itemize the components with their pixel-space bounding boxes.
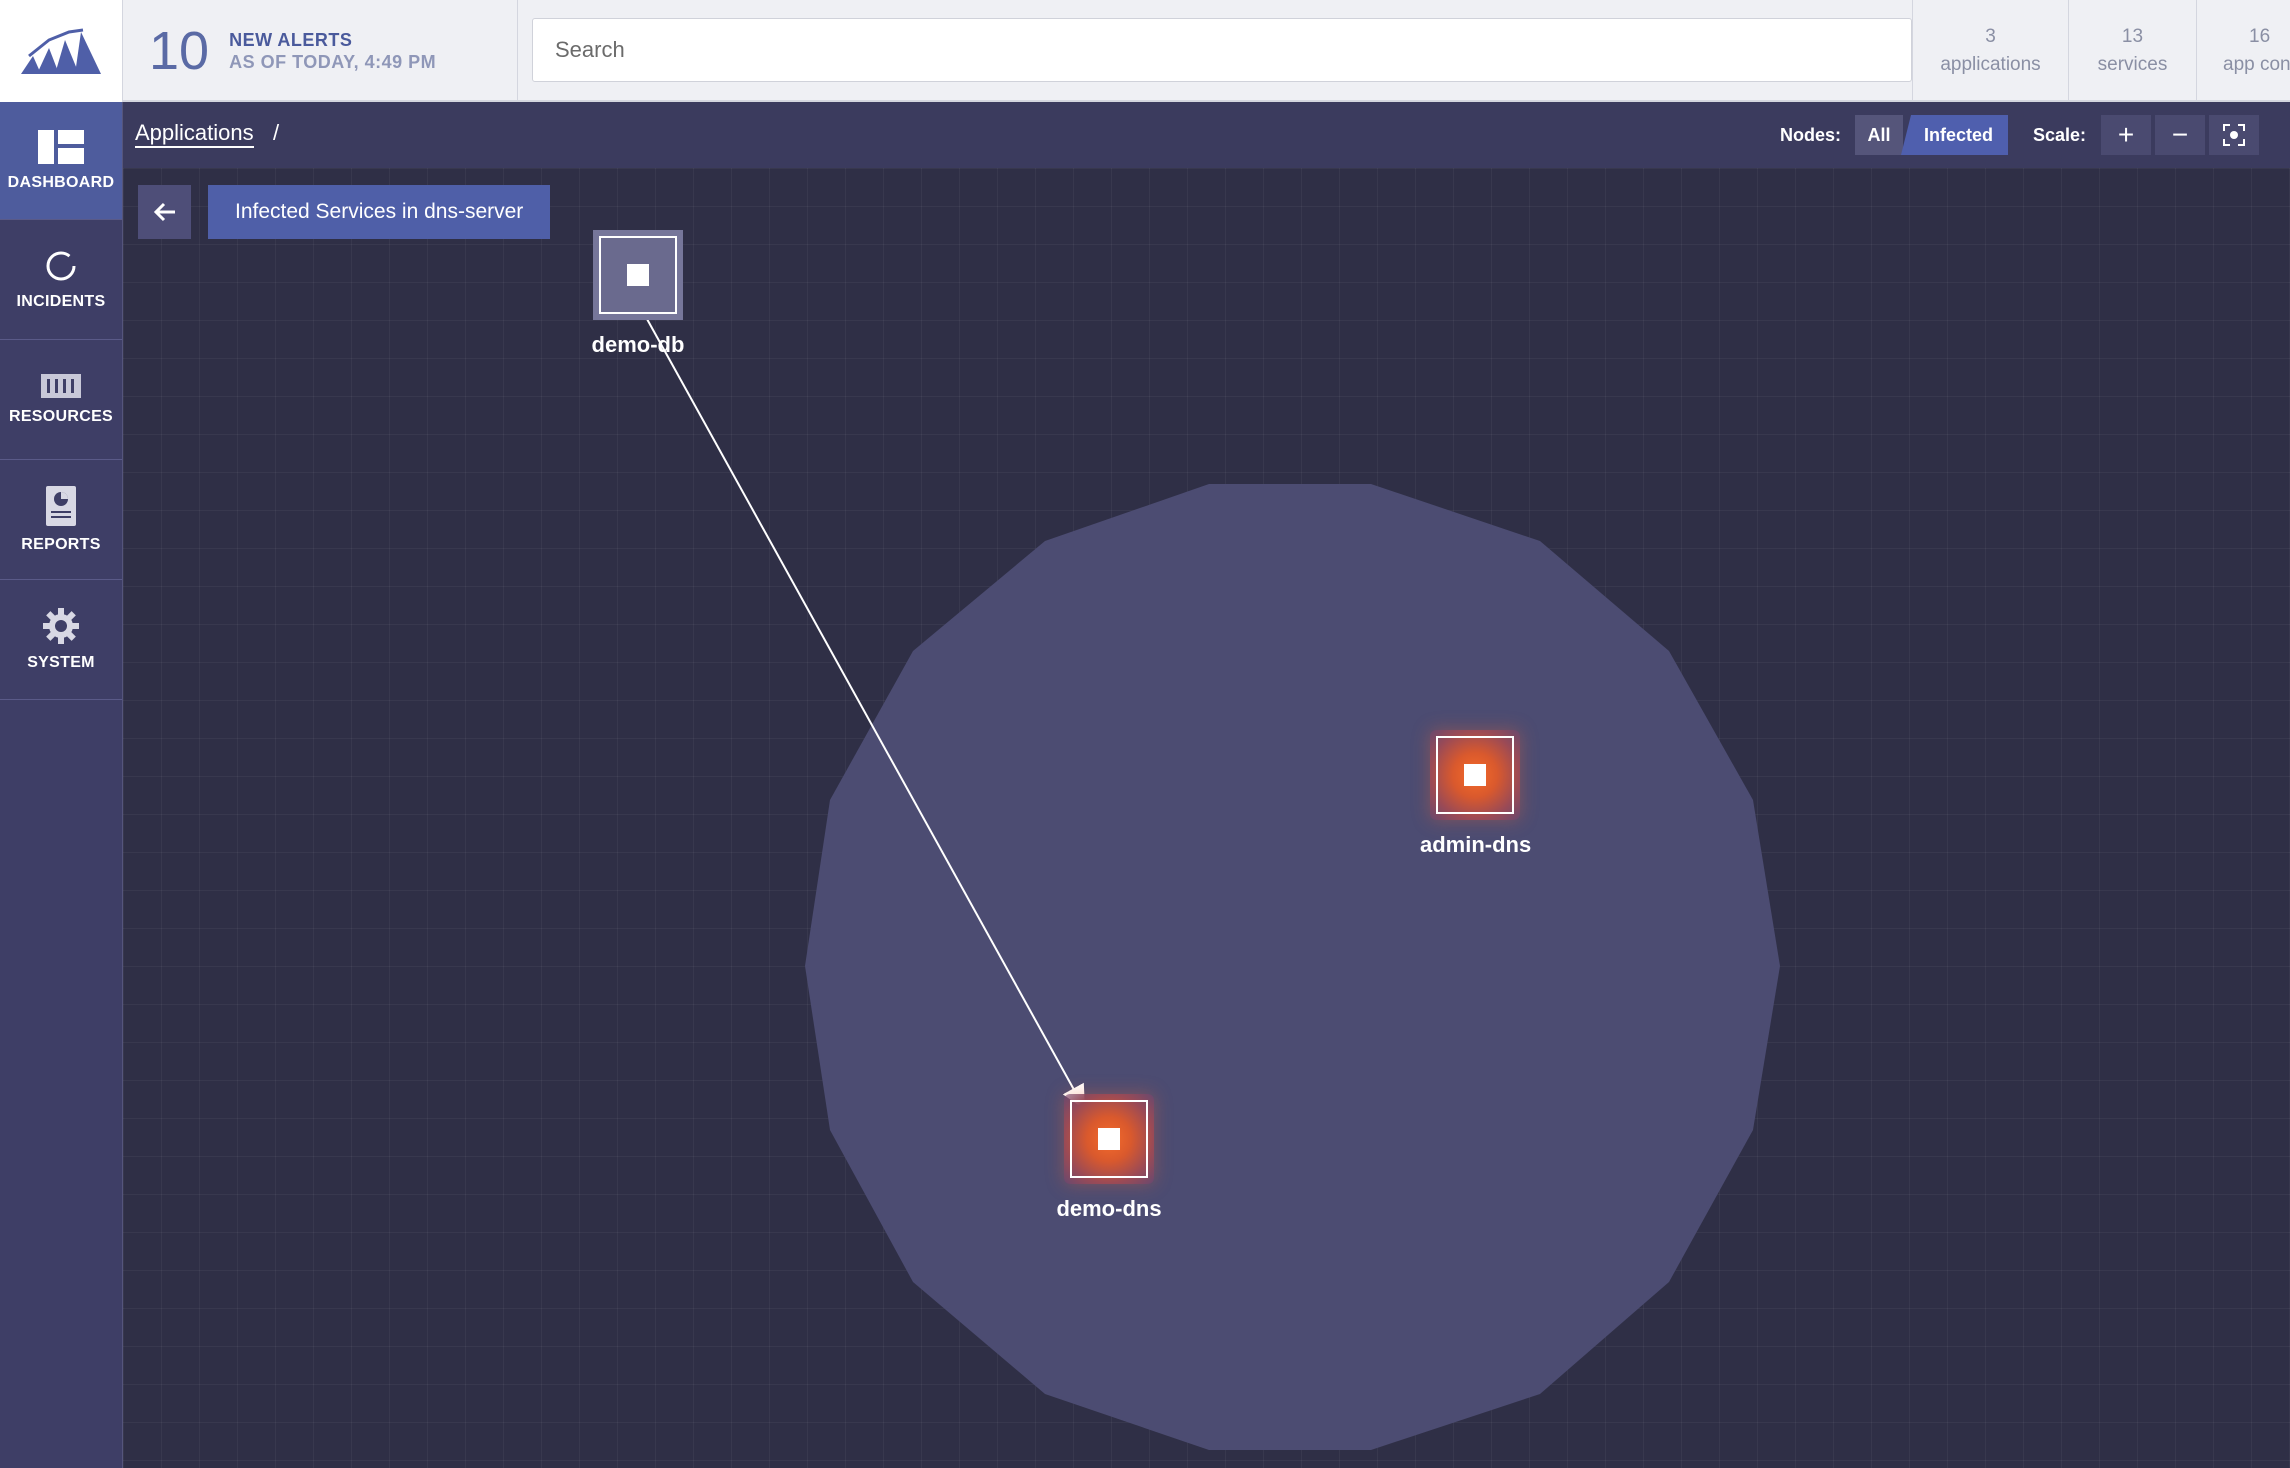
incidents-icon <box>46 251 76 280</box>
stat-value: 16 <box>2249 26 2271 47</box>
sidebar-item-reports[interactable]: REPORTS <box>0 460 122 580</box>
node-box <box>1064 1094 1154 1184</box>
node-demo-dns[interactable]: demo-dns <box>1054 1094 1164 1222</box>
sidebar-item-system[interactable]: SYSTEM <box>0 580 122 700</box>
service-icon <box>1464 764 1486 786</box>
reports-icon <box>46 485 76 526</box>
application-group-region <box>805 484 1780 1450</box>
new-alerts-summary[interactable]: 10 NEW ALERTS AS OF TODAY, 4:49 PM <box>123 0 518 102</box>
fit-screen-icon <box>2223 124 2245 146</box>
graph-toolbar: Applications / Nodes: All Infected Scale… <box>123 102 2290 168</box>
stat-value: 3 <box>1985 26 1996 47</box>
breadcrumb-separator: / <box>273 120 280 145</box>
node-demo-db[interactable]: demo-db <box>583 230 693 358</box>
zoom-out-button[interactable]: − <box>2155 115 2205 155</box>
sidebar-item-label: SYSTEM <box>27 653 95 671</box>
graph-svg <box>646 318 1780 1450</box>
sidebar-item-label: DASHBOARD <box>7 173 115 191</box>
sidebar-item-label: INCIDENTS <box>16 292 106 310</box>
stat-value: 13 <box>2121 26 2144 47</box>
nodes-label: Nodes: <box>1780 125 1842 145</box>
sidebar-item-label: REPORTS <box>21 535 101 553</box>
node-box <box>593 230 683 320</box>
sidebar-item-label: RESOURCES <box>8 407 114 425</box>
plus-icon: + <box>2117 119 2135 150</box>
nodes-filter-infected[interactable]: Infected <box>1901 115 2008 155</box>
stat-label: app con <box>2223 54 2290 75</box>
node-label: demo-dns <box>1056 1196 1162 1221</box>
stat-services[interactable]: 13 services <box>2068 0 2196 102</box>
service-icon <box>1098 1128 1120 1150</box>
back-button[interactable] <box>138 185 191 239</box>
sidebar-item-dashboard[interactable]: DASHBOARD <box>0 102 122 220</box>
nodes-filter-all[interactable]: All <box>1855 115 1903 155</box>
top-bar: 10 NEW ALERTS AS OF TODAY, 4:49 PM 3 app… <box>0 0 2290 102</box>
alerts-label: NEW ALERTS <box>229 30 353 50</box>
node-admin-dns[interactable]: admin-dns <box>1420 730 1532 858</box>
alerts-count: 10 <box>149 21 210 81</box>
arrow-left-icon <box>153 202 175 222</box>
service-icon <box>627 264 649 286</box>
logo[interactable] <box>0 0 123 102</box>
stat-app-connections[interactable]: 16 app con <box>2196 0 2290 102</box>
scale-label: Scale: <box>2033 125 2087 145</box>
fit-to-screen-button[interactable] <box>2209 115 2259 155</box>
resources-icon <box>41 373 81 398</box>
node-label: admin-dns <box>1420 832 1532 857</box>
gear-icon <box>43 607 79 644</box>
search-input[interactable] <box>532 18 1912 82</box>
node-label: demo-db <box>591 332 685 357</box>
graph-canvas[interactable]: Infected Services in dns-server demo-db … <box>123 168 2290 1468</box>
logo-icon <box>21 28 101 74</box>
minus-icon: − <box>2171 119 2189 150</box>
zoom-in-button[interactable]: + <box>2101 115 2151 155</box>
node-box <box>1430 730 1520 820</box>
graph-title: Infected Services in dns-server <box>208 185 551 239</box>
stat-applications[interactable]: 3 applications <box>1912 0 2068 102</box>
dashboard-icon <box>38 129 84 164</box>
breadcrumb-applications[interactable]: Applications <box>135 120 254 148</box>
alerts-timestamp: AS OF TODAY, 4:49 PM <box>229 52 437 72</box>
stat-label: services <box>2097 54 2168 75</box>
sidebar-item-incidents[interactable]: INCIDENTS <box>0 220 122 340</box>
stat-label: applications <box>1940 54 2041 75</box>
sidebar: DASHBOARD INCIDENTS RESOURCES REPORTS SY… <box>0 102 123 1468</box>
sidebar-item-resources[interactable]: RESOURCES <box>0 340 122 460</box>
